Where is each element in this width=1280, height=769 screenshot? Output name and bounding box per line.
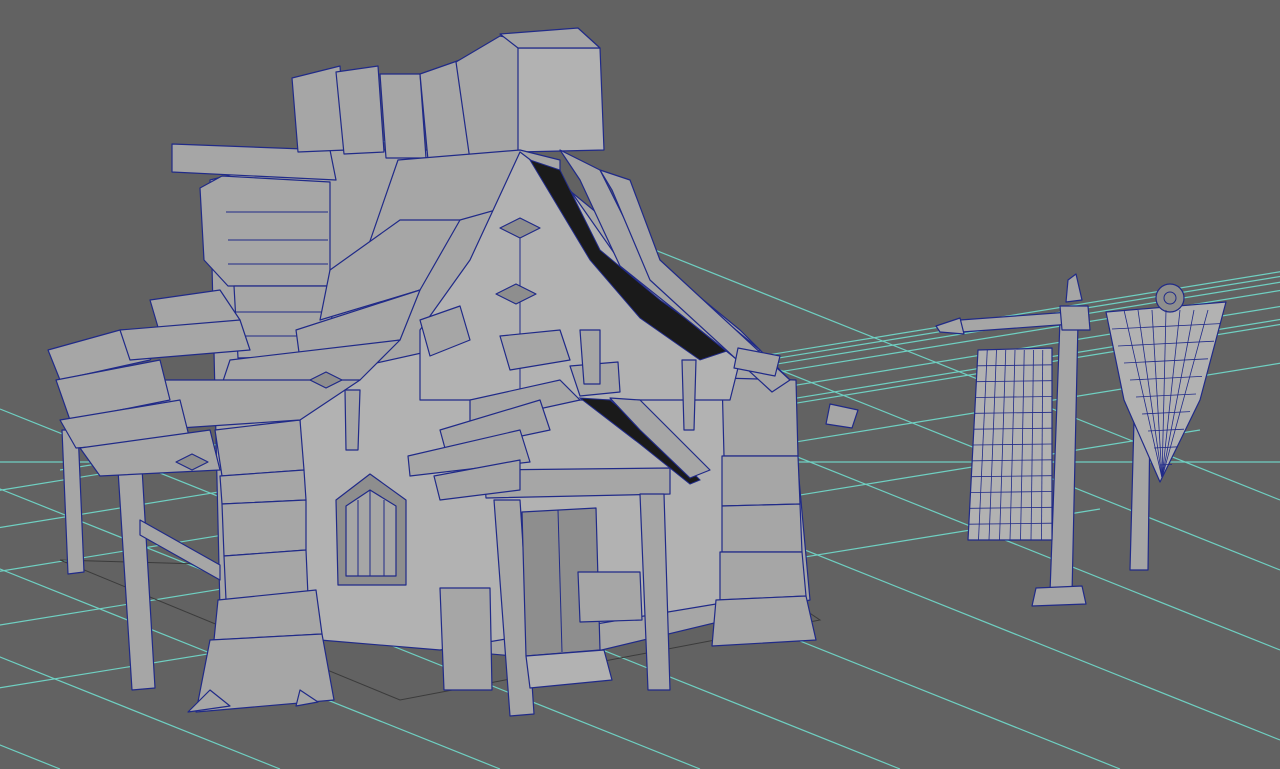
pole-base [1031,585,1087,607]
scene-canvas[interactable] [0,0,1280,769]
house-model[interactable] [47,27,859,717]
pole-tip [1065,273,1083,303]
stone-column-right [711,377,817,647]
crossbar-end [935,317,965,335]
scarecrow-banner-object[interactable] [1105,283,1227,571]
scarecrow-head [1155,283,1185,313]
banner-pole-object[interactable] [935,273,1091,607]
3d-viewport[interactable] [0,0,1280,769]
porch-post-left-2 [117,467,156,691]
crossbar-cap [1059,305,1091,331]
chimney-roll [291,27,605,161]
porch-post-left-1 [61,429,85,575]
